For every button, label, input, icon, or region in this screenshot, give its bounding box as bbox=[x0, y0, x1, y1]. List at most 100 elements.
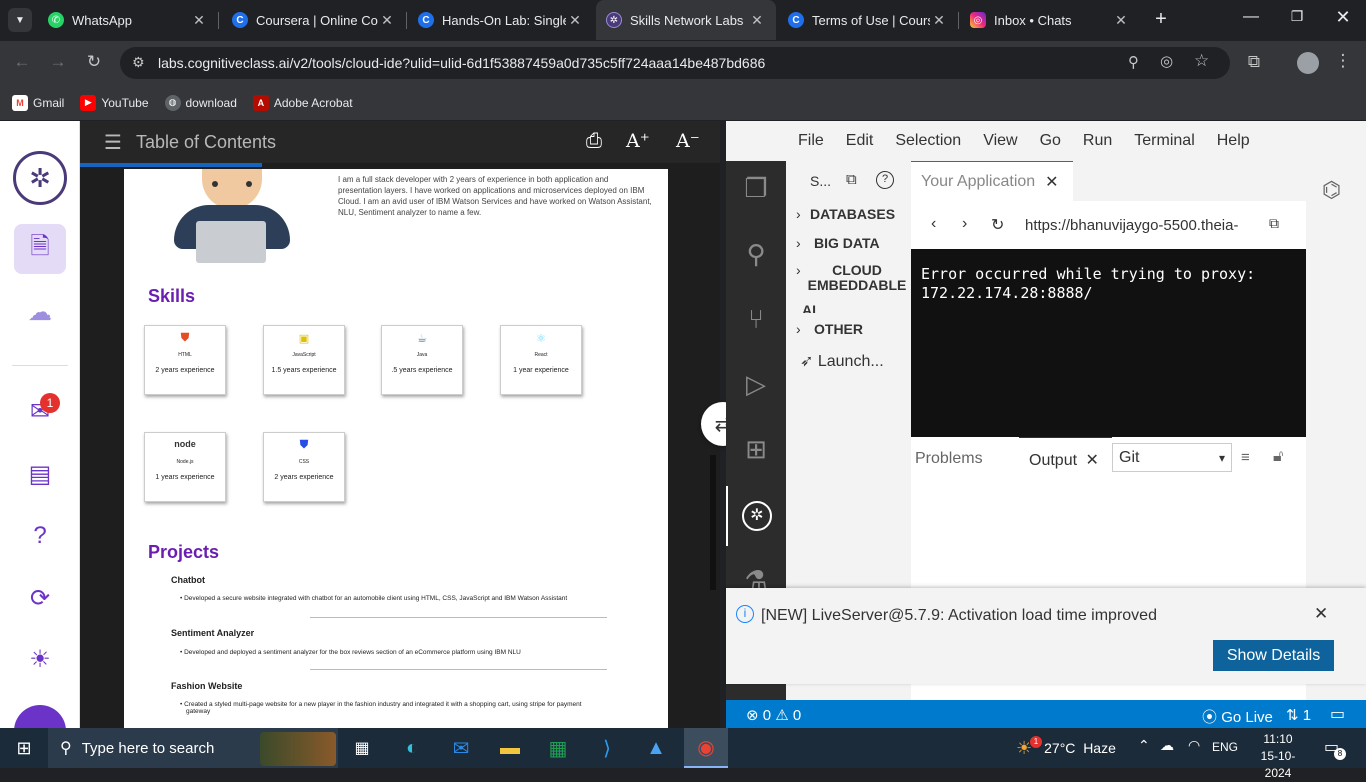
reload-icon[interactable]: ↻ bbox=[81, 52, 107, 72]
menu-go[interactable]: Go bbox=[1040, 132, 1061, 150]
help-circle-icon[interactable]: ? bbox=[876, 171, 894, 189]
go-live-button[interactable]: ⦿ Go Live bbox=[1202, 706, 1273, 727]
close-tab-icon[interactable]: ✕ bbox=[566, 12, 584, 29]
browser-tab[interactable]: ◎ Inbox • Chats ✕ bbox=[960, 0, 1140, 40]
section-other[interactable]: › OTHER bbox=[796, 321, 863, 337]
launch-item[interactable]: ➶ Launch... bbox=[800, 351, 884, 371]
cloud-sync-icon[interactable]: ☁ bbox=[1160, 737, 1174, 754]
layout-icon[interactable]: ▭ bbox=[1330, 704, 1345, 724]
help-icon[interactable]: ? bbox=[24, 520, 56, 552]
vscode-icon[interactable]: ⟩ bbox=[589, 732, 625, 764]
print-icon[interactable]: ⎙ bbox=[586, 130, 602, 153]
mail-icon[interactable]: ✉ bbox=[443, 732, 479, 764]
edge-icon[interactable]: ◐ bbox=[394, 732, 430, 764]
browser-tab[interactable]: C Terms of Use | Course ✕ bbox=[778, 0, 958, 40]
bookmark-gmail[interactable]: M Gmail bbox=[12, 94, 64, 111]
browser-tab[interactable]: ✆ WhatsApp ✕ bbox=[38, 0, 218, 40]
run-debug-icon[interactable]: ▷ bbox=[740, 369, 772, 401]
excel-icon[interactable]: ▦ bbox=[540, 732, 576, 764]
new-tab-icon[interactable]: + bbox=[1150, 8, 1172, 32]
menu-terminal[interactable]: Terminal bbox=[1134, 132, 1194, 150]
clear-output-icon[interactable]: ≡ bbox=[1241, 449, 1250, 466]
back-icon[interactable]: ← bbox=[9, 52, 35, 72]
close-tab-icon[interactable]: ✕ bbox=[930, 12, 948, 29]
taskbar-search-box[interactable]: ⚲ Type here to search bbox=[48, 728, 338, 768]
section-ai[interactable]: ›AI bbox=[802, 294, 816, 313]
chatbot-icon[interactable]: ☁ bbox=[24, 296, 56, 328]
source-control-icon[interactable]: ⑂ bbox=[740, 304, 772, 336]
clock[interactable]: 11:10 15-10-2024 bbox=[1250, 731, 1306, 782]
bookmark-star-icon[interactable]: ☆ bbox=[1194, 51, 1209, 71]
close-tab-icon[interactable]: ✕ bbox=[190, 12, 208, 29]
restore-icon[interactable]: ❐ bbox=[1286, 8, 1308, 32]
font-decrease-icon[interactable]: A⁻ bbox=[676, 130, 700, 152]
problems-status[interactable]: ⊗ 0 ⚠ 0 bbox=[746, 706, 801, 725]
file-explorer-icon[interactable]: ▬ bbox=[492, 732, 528, 764]
document-icon[interactable]: ▤ bbox=[24, 458, 56, 490]
scrollbar-thumb[interactable] bbox=[710, 455, 716, 590]
browser-tab[interactable]: C Coursera | Online Cou ✕ bbox=[222, 0, 406, 40]
font-increase-icon[interactable]: A⁺ bbox=[626, 130, 650, 152]
close-notification-icon[interactable]: ✕ bbox=[1314, 604, 1328, 624]
show-hidden-icons[interactable]: ⌃ bbox=[1138, 737, 1150, 754]
explorer-icon[interactable]: ❐ bbox=[740, 173, 772, 205]
tab-search-button[interactable]: ▼ bbox=[8, 8, 32, 32]
eye-off-icon[interactable]: ◎ bbox=[1160, 52, 1173, 70]
theme-sun-icon[interactable]: ☀ bbox=[24, 643, 56, 675]
minimize-icon[interactable]: — bbox=[1240, 8, 1262, 32]
tab-problems[interactable]: Problems bbox=[915, 450, 983, 468]
menu-edit[interactable]: Edit bbox=[846, 132, 874, 150]
show-details-button[interactable]: Show Details bbox=[1213, 640, 1334, 671]
skills-network-toolbox-icon[interactable]: ✲ bbox=[742, 501, 772, 531]
bookmark-youtube[interactable]: ▶ YouTube bbox=[80, 94, 149, 111]
close-icon[interactable]: ✕ bbox=[1085, 452, 1098, 469]
app-url[interactable]: https://bhanuvijaygo-5500.theia- bbox=[1025, 217, 1257, 234]
reload-icon[interactable]: ↻ bbox=[991, 215, 1004, 235]
chrome-icon[interactable]: ◉ bbox=[684, 728, 728, 768]
menu-run[interactable]: Run bbox=[1083, 132, 1112, 150]
search-icon[interactable]: ⚲ bbox=[740, 239, 772, 271]
output-channel-select[interactable]: Git ▾ bbox=[1112, 443, 1232, 472]
instructions-button[interactable]: 🗎 bbox=[14, 224, 66, 274]
windows-start-icon[interactable]: ⊞ bbox=[6, 732, 42, 764]
tab-output[interactable]: Output ✕ bbox=[1029, 450, 1099, 470]
site-info-icon[interactable]: ⚙ bbox=[132, 54, 145, 71]
extensions-icon[interactable]: ⧉ bbox=[1241, 52, 1267, 72]
ports-status[interactable]: ⇅ 1 bbox=[1286, 706, 1311, 724]
section-databases[interactable]: › DATABASES bbox=[796, 206, 895, 222]
section-cloud-embeddable[interactable]: › CLOUD EMBEDDABLE bbox=[796, 263, 912, 293]
language-indicator[interactable]: ENG bbox=[1212, 740, 1238, 754]
forward-icon[interactable]: → bbox=[45, 52, 71, 72]
menu-selection[interactable]: Selection bbox=[895, 132, 961, 150]
copy-icon[interactable]: ⧉ bbox=[846, 171, 857, 188]
back-icon[interactable]: ‹ bbox=[931, 215, 936, 233]
close-tab-icon[interactable]: ✕ bbox=[1045, 172, 1058, 192]
bookmark-adobe-acrobat[interactable]: A Adobe Acrobat bbox=[252, 94, 353, 111]
photos-icon[interactable]: ▲ bbox=[638, 732, 674, 764]
component-tree-icon[interactable]: ⌬ bbox=[1322, 177, 1341, 203]
browser-tab-active[interactable]: ✲ Skills Network Labs ✕ bbox=[596, 0, 776, 40]
lock-scroll-icon[interactable]: 🔓︎ bbox=[1273, 448, 1283, 466]
refresh-icon[interactable]: ⟳ bbox=[24, 582, 56, 614]
menu-view[interactable]: View bbox=[983, 132, 1017, 150]
hamburger-menu-icon[interactable]: ☰ bbox=[104, 130, 122, 155]
task-view-icon[interactable]: ▦ bbox=[344, 732, 380, 764]
browser-tab[interactable]: C Hands-On Lab: Single ✕ bbox=[408, 0, 594, 40]
more-menu-icon[interactable]: ⋮ bbox=[1330, 51, 1356, 71]
bookmark-download[interactable]: ◍ download bbox=[164, 94, 237, 111]
close-tab-icon[interactable]: ✕ bbox=[378, 12, 396, 29]
open-external-icon[interactable]: ⧉ bbox=[1269, 215, 1279, 232]
menu-help[interactable]: Help bbox=[1217, 132, 1250, 150]
close-tab-icon[interactable]: ✕ bbox=[748, 12, 766, 29]
section-big-data[interactable]: › BIG DATA bbox=[796, 235, 880, 251]
address-bar[interactable]: ⚙ labs.cognitiveclass.ai/v2/tools/cloud-… bbox=[120, 47, 1230, 79]
close-window-icon[interactable]: ✕ bbox=[1332, 7, 1354, 31]
toc-title[interactable]: Table of Contents bbox=[136, 132, 276, 153]
tab-your-application[interactable]: Your Application ✕ bbox=[911, 161, 1073, 201]
forward-icon[interactable]: › bbox=[962, 215, 967, 233]
close-tab-icon[interactable]: ✕ bbox=[1112, 12, 1130, 29]
extensions-icon[interactable]: ⊞ bbox=[740, 434, 772, 466]
zoom-icon[interactable]: ⚲ bbox=[1128, 53, 1139, 71]
skills-network-logo[interactable]: ✲ bbox=[13, 151, 67, 205]
weather-widget[interactable]: ☀ 27°C Haze bbox=[1016, 728, 1116, 768]
